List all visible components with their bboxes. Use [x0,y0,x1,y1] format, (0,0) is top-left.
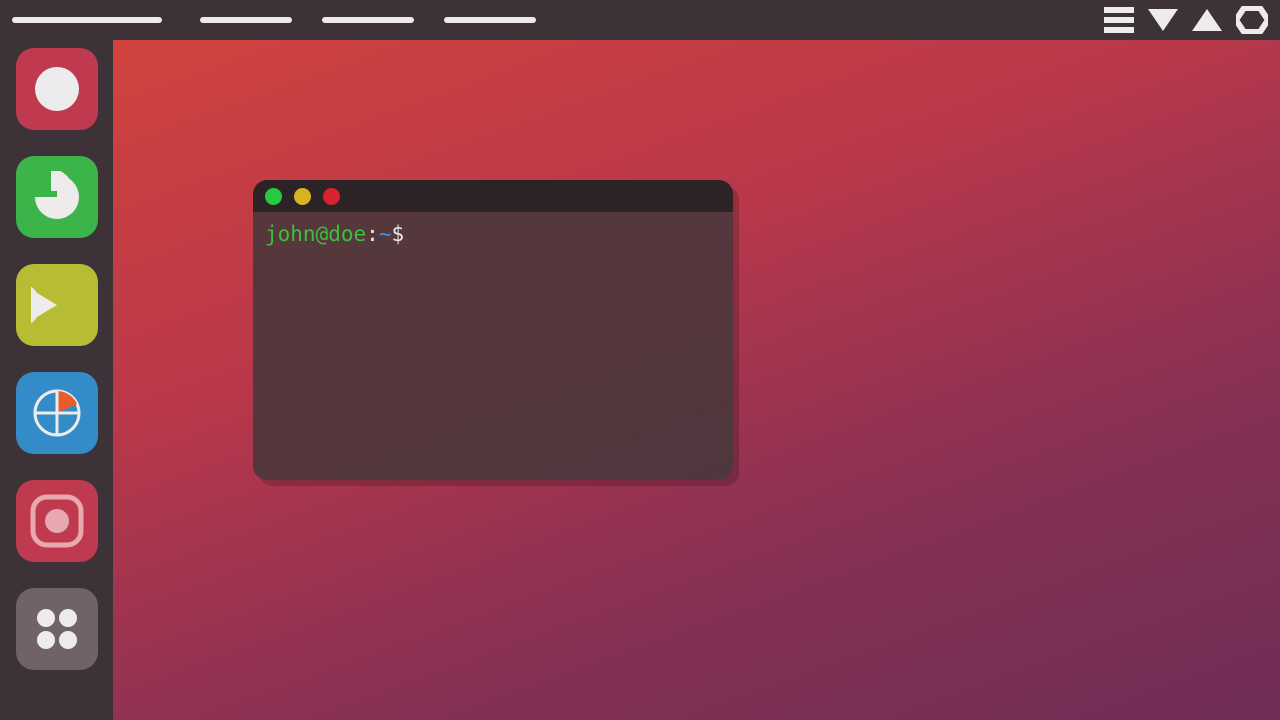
terminal-window[interactable]: john@doe:~$ [253,180,733,480]
menu-item[interactable] [12,17,162,23]
terminal-prompt-path: ~ [379,222,392,246]
triangle-up-icon[interactable] [1192,7,1222,33]
window-close-icon[interactable] [323,188,340,205]
terminal-prompt-symbol: $ [391,222,404,246]
launcher-app-ring[interactable] [16,480,98,562]
menu-bar [12,17,536,23]
launcher-app-pacman[interactable] [16,264,98,346]
top-panel [0,0,1280,40]
system-indicators [1104,6,1268,34]
triangle-down-icon[interactable] [1148,7,1178,33]
hamburger-icon[interactable] [1104,7,1134,33]
terminal-prompt-sep: : [366,222,379,246]
terminal-body[interactable]: john@doe:~$ [253,212,733,257]
desktop[interactable]: john@doe:~$ [113,40,1280,720]
window-maximize-icon[interactable] [294,188,311,205]
window-minimize-icon[interactable] [265,188,282,205]
launcher-app-chart[interactable] [16,372,98,454]
menu-item[interactable] [322,17,414,23]
terminal-prompt-user: john@doe [265,222,366,246]
hexagon-icon[interactable] [1236,6,1268,34]
launcher-app-circle[interactable] [16,48,98,130]
launcher-app-pie-green[interactable] [16,156,98,238]
menu-item[interactable] [200,17,292,23]
launcher-dock [0,40,113,720]
terminal-titlebar[interactable] [253,180,733,212]
menu-item[interactable] [444,17,536,23]
launcher-app-grid[interactable] [16,588,98,670]
